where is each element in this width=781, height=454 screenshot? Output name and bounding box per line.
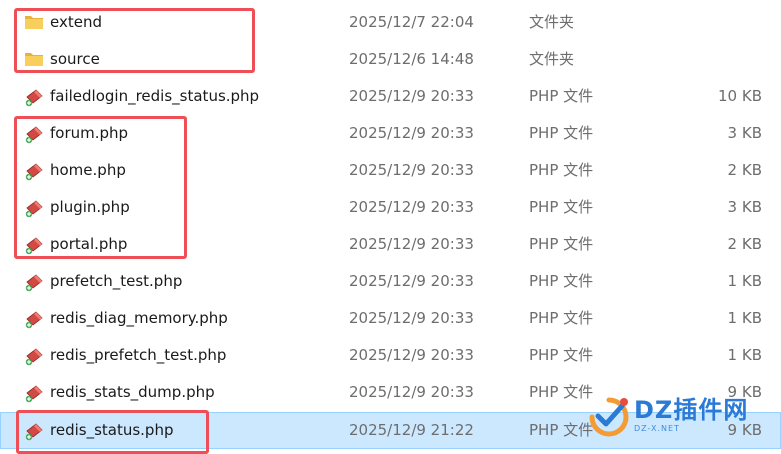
file-type: PHP 文件 [529, 161, 594, 179]
file-size: 1 KB [727, 346, 762, 364]
file-name: redis_diag_memory.php [50, 309, 228, 327]
file-date: 2025/12/9 20:33 [349, 235, 474, 253]
php-file-icon [24, 152, 46, 189]
file-type: PHP 文件 [529, 272, 594, 290]
php-file-icon [24, 412, 46, 449]
file-name: home.php [50, 161, 126, 179]
file-list: extend 2025/12/7 22:04 文件夹 source 2025/1… [0, 0, 781, 454]
file-date: 2025/12/9 20:33 [349, 87, 474, 105]
php-file-icon [24, 226, 46, 263]
file-name: redis_status.php [50, 421, 174, 439]
file-date: 2025/12/9 20:33 [349, 272, 474, 290]
file-size: 10 KB [718, 87, 762, 105]
file-name: forum.php [50, 124, 129, 142]
php-file-icon [24, 263, 46, 300]
file-date: 2025/12/9 20:33 [349, 383, 474, 401]
folder-icon [24, 41, 46, 78]
file-name: portal.php [50, 235, 128, 253]
file-row[interactable]: home.php 2025/12/9 20:33 PHP 文件 2 KB [0, 152, 781, 189]
file-date: 2025/12/9 20:33 [349, 198, 474, 216]
file-size: 1 KB [727, 272, 762, 290]
file-row[interactable]: failedlogin_redis_status.php 2025/12/9 2… [0, 78, 781, 115]
file-row[interactable]: source 2025/12/6 14:48 文件夹 [0, 41, 781, 78]
php-file-icon [24, 189, 46, 226]
file-type: PHP 文件 [529, 346, 594, 364]
file-date: 2025/12/7 22:04 [349, 13, 474, 31]
file-type: PHP 文件 [529, 124, 594, 142]
file-type: PHP 文件 [529, 87, 594, 105]
file-size: 1 KB [727, 309, 762, 327]
php-file-icon [24, 115, 46, 152]
file-name: plugin.php [50, 198, 130, 216]
file-date: 2025/12/9 21:22 [349, 421, 474, 439]
file-row[interactable]: portal.php 2025/12/9 20:33 PHP 文件 2 KB [0, 226, 781, 263]
file-date: 2025/12/9 20:33 [349, 346, 474, 364]
file-type: PHP 文件 [529, 235, 594, 253]
file-type: PHP 文件 [529, 309, 594, 327]
file-date: 2025/12/9 20:33 [349, 309, 474, 327]
file-name: extend [50, 13, 102, 31]
watermark-logo-icon [589, 397, 629, 437]
file-name: source [50, 50, 100, 68]
watermark-sub: DZ-X.NET [634, 424, 680, 433]
file-type: 文件夹 [529, 50, 575, 68]
php-file-icon [24, 300, 46, 337]
php-file-icon [24, 78, 46, 115]
file-size: 3 KB [727, 124, 762, 142]
file-row[interactable]: plugin.php 2025/12/9 20:33 PHP 文件 3 KB [0, 189, 781, 226]
watermark-brand: DZ插件网 [634, 396, 749, 424]
file-date: 2025/12/9 20:33 [349, 124, 474, 142]
file-size: 2 KB [727, 235, 762, 253]
file-row[interactable]: forum.php 2025/12/9 20:33 PHP 文件 3 KB [0, 115, 781, 152]
file-row[interactable]: extend 2025/12/7 22:04 文件夹 [0, 4, 781, 41]
file-name: prefetch_test.php [50, 272, 183, 290]
file-row[interactable]: redis_prefetch_test.php 2025/12/9 20:33 … [0, 337, 781, 374]
php-file-icon [24, 374, 46, 411]
file-size: 2 KB [727, 161, 762, 179]
file-date: 2025/12/9 20:33 [349, 161, 474, 179]
folder-icon [24, 4, 46, 41]
file-type: PHP 文件 [529, 198, 594, 216]
file-type: 文件夹 [529, 13, 575, 31]
watermark: DZ插件网 DZ-X.NET [584, 388, 774, 448]
file-row[interactable]: redis_diag_memory.php 2025/12/9 20:33 PH… [0, 300, 781, 337]
file-row[interactable]: prefetch_test.php 2025/12/9 20:33 PHP 文件… [0, 263, 781, 300]
file-name: failedlogin_redis_status.php [50, 87, 260, 105]
file-size: 3 KB [727, 198, 762, 216]
file-name: redis_prefetch_test.php [50, 346, 227, 364]
file-date: 2025/12/6 14:48 [349, 50, 474, 68]
file-name: redis_stats_dump.php [50, 383, 215, 401]
php-file-icon [24, 337, 46, 374]
